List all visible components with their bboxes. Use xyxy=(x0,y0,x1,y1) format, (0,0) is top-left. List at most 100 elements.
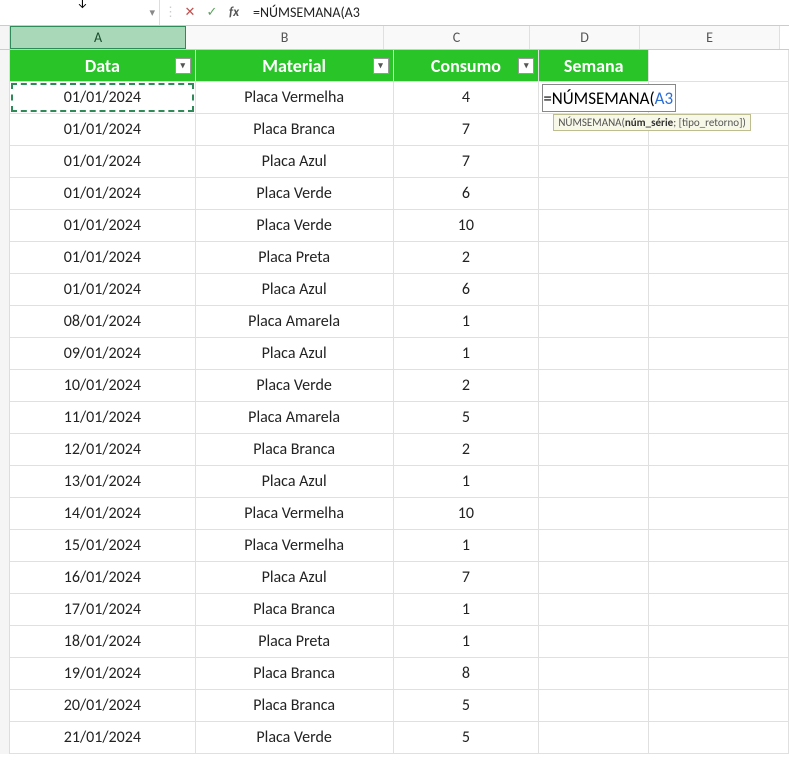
row-header[interactable] xyxy=(0,402,10,434)
cell-consumo[interactable]: 5 xyxy=(394,402,540,434)
cell-material[interactable]: Placa Azul xyxy=(196,274,394,306)
cell-data[interactable]: 15/01/2024 xyxy=(10,530,196,562)
cell-data[interactable]: 12/01/2024 xyxy=(10,434,196,466)
cell-data[interactable]: 01/01/2024 xyxy=(10,114,196,146)
column-header-C[interactable]: C xyxy=(384,26,530,49)
row-header[interactable] xyxy=(0,370,10,402)
cell-empty[interactable] xyxy=(649,658,789,690)
cell-material[interactable]: Placa Branca xyxy=(196,658,394,690)
cell-empty[interactable] xyxy=(649,370,789,402)
cell-consumo[interactable]: 6 xyxy=(394,178,540,210)
cell-data[interactable]: 10/01/2024 xyxy=(10,370,196,402)
cell-semana[interactable] xyxy=(539,466,649,498)
cell-data[interactable]: 09/01/2024 xyxy=(10,338,196,370)
cell-data[interactable]: 08/01/2024 xyxy=(10,306,196,338)
accept-formula-button[interactable]: ✓ xyxy=(203,3,221,23)
cell-empty[interactable] xyxy=(649,402,789,434)
cell-consumo[interactable]: 7 xyxy=(394,146,540,178)
cell-consumo[interactable]: 7 xyxy=(394,114,540,146)
cell-empty[interactable] xyxy=(649,562,789,594)
cell-data[interactable]: 21/01/2024 xyxy=(10,722,196,754)
cell-consumo[interactable]: 1 xyxy=(394,530,540,562)
cell-empty[interactable] xyxy=(649,210,789,242)
row-header[interactable] xyxy=(0,338,10,370)
cell-material[interactable]: Placa Azul xyxy=(196,562,394,594)
cell-semana[interactable] xyxy=(539,306,649,338)
cell-consumo[interactable]: 10 xyxy=(394,210,540,242)
cell-semana[interactable] xyxy=(539,690,649,722)
cell-empty[interactable] xyxy=(649,434,789,466)
header-material[interactable]: Material ▾ xyxy=(196,50,394,82)
cell-empty[interactable] xyxy=(649,306,789,338)
filter-button[interactable]: ▾ xyxy=(518,58,534,74)
row-header[interactable] xyxy=(0,722,10,754)
row-header[interactable] xyxy=(0,114,10,146)
column-header-A[interactable]: A xyxy=(10,26,186,49)
cell-consumo[interactable]: 5 xyxy=(394,690,540,722)
cell-consumo[interactable]: 1 xyxy=(394,594,540,626)
header-data[interactable]: Data ▾ xyxy=(10,50,196,82)
row-header[interactable] xyxy=(0,626,10,658)
empty-header[interactable] xyxy=(649,50,789,82)
cell-empty[interactable] xyxy=(649,594,789,626)
cell-consumo[interactable]: 2 xyxy=(394,434,540,466)
row-header[interactable] xyxy=(0,274,10,306)
cell-material[interactable]: Placa Vermelha xyxy=(196,82,394,114)
row-header[interactable] xyxy=(0,146,10,178)
cell-semana[interactable] xyxy=(539,498,649,530)
row-header[interactable] xyxy=(0,50,10,82)
cell-data[interactable]: 01/01/2024 xyxy=(10,82,196,114)
cell-data[interactable]: 16/01/2024 xyxy=(10,562,196,594)
cell-material[interactable]: Placa Vermelha xyxy=(196,498,394,530)
row-header[interactable] xyxy=(0,658,10,690)
cell-consumo[interactable]: 10 xyxy=(394,498,540,530)
cell-data[interactable]: 17/01/2024 xyxy=(10,594,196,626)
cell-semana[interactable]: =NÚMSEMANA(A3NÚMSEMANA(núm_série; [tipo_… xyxy=(539,82,649,114)
cell-semana[interactable] xyxy=(539,178,649,210)
fx-icon[interactable]: fx xyxy=(225,3,243,23)
row-header[interactable] xyxy=(0,594,10,626)
cell-material[interactable]: Placa Branca xyxy=(196,434,394,466)
cell-material[interactable]: Placa Verde xyxy=(196,722,394,754)
cell-data[interactable]: 01/01/2024 xyxy=(10,178,196,210)
cell-data[interactable]: 01/01/2024 xyxy=(10,210,196,242)
row-header[interactable] xyxy=(0,210,10,242)
cell-data[interactable]: 14/01/2024 xyxy=(10,498,196,530)
cell-empty[interactable] xyxy=(649,722,789,754)
cell-consumo[interactable]: 1 xyxy=(394,466,540,498)
cell-data[interactable]: 18/01/2024 xyxy=(10,626,196,658)
cell-consumo[interactable]: 8 xyxy=(394,658,540,690)
cell-material[interactable]: Placa Branca xyxy=(196,594,394,626)
cell-material[interactable]: Placa Amarela xyxy=(196,402,394,434)
cell-empty[interactable] xyxy=(649,338,789,370)
cell-semana[interactable] xyxy=(539,434,649,466)
row-header[interactable] xyxy=(0,466,10,498)
header-semana[interactable]: Semana xyxy=(539,50,649,82)
cell-semana[interactable] xyxy=(539,274,649,306)
cell-data[interactable]: 11/01/2024 xyxy=(10,402,196,434)
cell-material[interactable]: Placa Preta xyxy=(196,242,394,274)
cell-empty[interactable] xyxy=(649,690,789,722)
cell-data[interactable]: 13/01/2024 xyxy=(10,466,196,498)
row-header[interactable] xyxy=(0,82,10,114)
row-header[interactable] xyxy=(0,498,10,530)
cell-semana[interactable] xyxy=(539,722,649,754)
cell-empty[interactable] xyxy=(649,178,789,210)
cell-data[interactable]: 01/01/2024 xyxy=(10,274,196,306)
select-all-corner[interactable] xyxy=(0,26,10,49)
row-header[interactable] xyxy=(0,242,10,274)
header-consumo[interactable]: Consumo ▾ xyxy=(394,50,540,82)
cell-material[interactable]: Placa Azul xyxy=(196,466,394,498)
row-header[interactable] xyxy=(0,530,10,562)
cell-semana[interactable] xyxy=(539,146,649,178)
cell-empty[interactable] xyxy=(649,498,789,530)
cell-material[interactable]: Placa Azul xyxy=(196,338,394,370)
cell-consumo[interactable]: 1 xyxy=(394,306,540,338)
cell-empty[interactable] xyxy=(649,146,789,178)
cell-consumo[interactable]: 1 xyxy=(394,626,540,658)
cell-material[interactable]: Placa Azul xyxy=(196,146,394,178)
cell-data[interactable]: 20/01/2024 xyxy=(10,690,196,722)
active-formula-edit[interactable]: =NÚMSEMANA(A3 xyxy=(542,84,676,112)
row-header[interactable] xyxy=(0,562,10,594)
cell-consumo[interactable]: 6 xyxy=(394,274,540,306)
